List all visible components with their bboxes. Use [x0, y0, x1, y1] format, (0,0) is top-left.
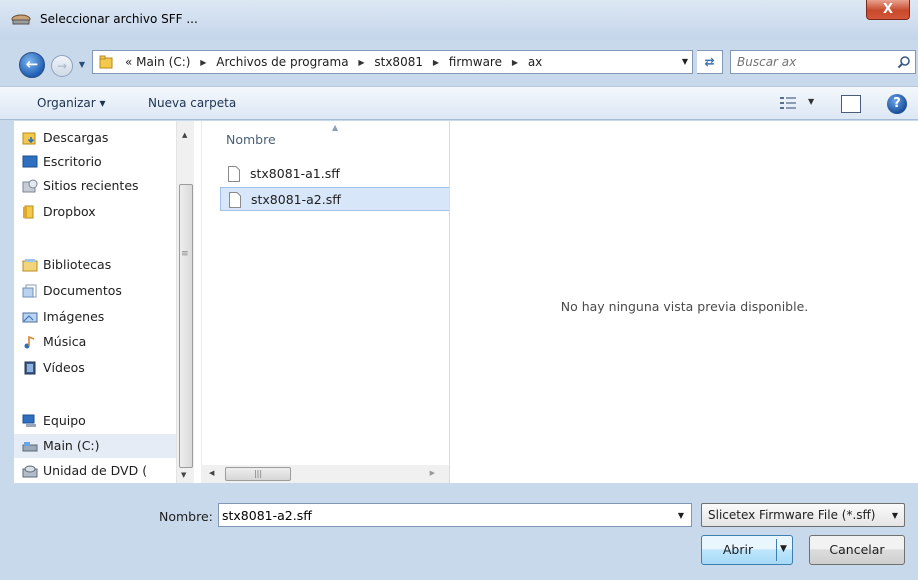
search-input[interactable]	[737, 54, 887, 70]
nav-item-recent-places[interactable]: Sitios recientes	[14, 174, 180, 198]
nav-item-dvd-drive[interactable]: Unidad de DVD (	[14, 459, 180, 483]
downloads-folder-icon	[22, 132, 36, 145]
file-row-selected[interactable]: stx8081-a2.sff	[220, 187, 450, 211]
change-view-icon[interactable]	[780, 96, 796, 110]
breadcrumb-item-main[interactable]: Main (C:)	[136, 55, 190, 69]
open-button[interactable]: Abrir ▼	[701, 535, 793, 565]
nav-item-libraries[interactable]: Bibliotecas	[14, 253, 180, 277]
close-button[interactable]: X	[866, 0, 910, 20]
dvd-drive-icon	[22, 465, 38, 478]
address-dropdown-icon[interactable]: ▼	[682, 57, 688, 66]
view-options-dropdown-icon[interactable]: ▼	[808, 97, 814, 106]
desktop-icon	[22, 155, 38, 168]
breadcrumb-overflow[interactable]: «	[125, 55, 132, 69]
scrollbar-grip-icon: ≡	[181, 249, 189, 259]
scroll-down-icon[interactable]: ▼	[181, 471, 186, 479]
breadcrumb: « Main (C:) ▶ Archivos de programa ▶ stx…	[125, 55, 542, 69]
music-icon	[24, 335, 35, 349]
breadcrumb-item-stx8081[interactable]: stx8081	[374, 55, 423, 69]
open-options-dropdown-icon[interactable]: ▼	[780, 536, 787, 563]
nav-item-computer[interactable]: Equipo	[14, 409, 180, 433]
scroll-left-icon[interactable]: ◀	[209, 469, 214, 477]
computer-icon	[22, 414, 36, 427]
scrollbar-thumb[interactable]: |||	[225, 467, 291, 481]
videos-icon	[24, 361, 36, 375]
help-icon[interactable]: ?	[887, 94, 907, 114]
breadcrumb-separator-icon[interactable]: ▶	[433, 58, 439, 67]
file-type-select[interactable]: Slicetex Firmware File (*.sff) ▼	[701, 503, 905, 527]
file-name-label: Nombre:	[159, 509, 213, 524]
breadcrumb-separator-icon[interactable]: ▶	[200, 58, 206, 67]
breadcrumb-item-program-files[interactable]: Archivos de programa	[216, 55, 348, 69]
split-divider	[776, 539, 777, 561]
scrollbar-thumb[interactable]	[179, 184, 193, 468]
nav-item-videos[interactable]: Vídeos	[14, 356, 180, 380]
file-icon	[228, 166, 240, 182]
back-button[interactable]: ←	[19, 52, 45, 78]
nav-item-dropbox[interactable]: Dropbox	[14, 200, 180, 224]
nav-item-main-drive[interactable]: Main (C:)	[14, 434, 180, 458]
preview-pane: No hay ninguna vista previa disponible.	[449, 121, 918, 483]
file-row[interactable]: stx8081-a1.sff	[220, 162, 450, 186]
forward-button[interactable]: →	[51, 55, 73, 77]
address-bar[interactable]: « Main (C:) ▶ Archivos de programa ▶ stx…	[92, 50, 693, 74]
drive-app-icon	[11, 14, 31, 25]
pictures-icon	[22, 312, 38, 323]
nav-item-music[interactable]: Música	[14, 330, 180, 354]
navigation-pane: Descargas Escritorio Sitios recientes Dr…	[14, 121, 201, 483]
command-bar: Organizar ▾ Nueva carpeta ▼ ?	[0, 86, 918, 120]
libraries-icon	[22, 259, 38, 272]
folder-icon	[23, 205, 34, 219]
preview-message: No hay ninguna vista previa disponible.	[560, 299, 809, 314]
scroll-up-icon[interactable]: ▲	[182, 131, 187, 139]
nav-item-downloads[interactable]: Descargas	[14, 126, 180, 150]
file-type-dropdown-icon[interactable]: ▼	[892, 511, 898, 520]
file-name-input[interactable]	[222, 507, 662, 523]
documents-icon	[22, 284, 37, 298]
open-button-label: Abrir	[722, 542, 754, 557]
nav-item-documents[interactable]: Documentos	[14, 279, 180, 303]
folder-icon	[99, 55, 113, 69]
preview-pane-toggle-icon[interactable]	[841, 95, 861, 113]
search-icon[interactable]	[897, 55, 911, 69]
navigation-scrollbar[interactable]: ▲ ≡ ▼	[176, 121, 194, 483]
cancel-button[interactable]: Cancelar	[809, 535, 905, 565]
nav-item-pictures[interactable]: Imágenes	[14, 305, 180, 329]
recent-places-icon	[22, 179, 38, 193]
file-icon	[229, 192, 241, 208]
drive-icon	[22, 442, 38, 452]
breadcrumb-separator-icon[interactable]: ▶	[512, 58, 518, 67]
title-bar[interactable]: Seleccionar archivo SFF ... X	[0, 0, 918, 40]
file-type-value: Slicetex Firmware File (*.sff)	[708, 508, 876, 522]
nav-item-desktop[interactable]: Escritorio	[14, 150, 180, 174]
refresh-button[interactable]: ⇄	[697, 50, 723, 74]
sort-ascending-icon: ▲	[332, 123, 339, 132]
file-name-combobox[interactable]: ▼	[218, 503, 692, 527]
breadcrumb-item-firmware[interactable]: firmware	[449, 55, 502, 69]
scroll-right-icon[interactable]: ▶	[430, 469, 435, 477]
breadcrumb-item-ax[interactable]: ax	[528, 55, 542, 69]
horizontal-scrollbar[interactable]: ◀ ||| ▶	[201, 465, 449, 483]
search-box[interactable]	[730, 50, 916, 74]
recent-locations-dropdown[interactable]: ▼	[76, 60, 88, 70]
new-folder-button[interactable]: Nueva carpeta	[148, 96, 236, 110]
column-header-name[interactable]: Nombre	[226, 132, 276, 147]
window-title: Seleccionar archivo SFF ...	[40, 12, 198, 26]
breadcrumb-separator-icon[interactable]: ▶	[358, 58, 364, 67]
file-name-dropdown-icon[interactable]: ▼	[678, 511, 684, 520]
file-list: Nombre ▲ stx8081-a1.sff stx8081-a2.sff	[201, 121, 450, 483]
organize-menu-button[interactable]: Organizar ▾	[37, 96, 106, 110]
